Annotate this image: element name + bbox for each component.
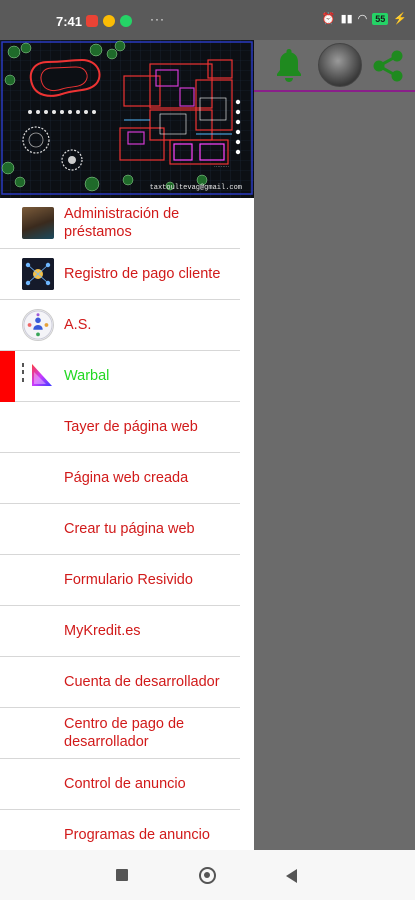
share-icon[interactable] bbox=[370, 48, 406, 84]
signal-icon: ▮▮ bbox=[340, 13, 353, 25]
drawer-menu: Administración de préstamos Registro de … bbox=[0, 198, 254, 850]
menu-item-label: Cuenta de desarrollador bbox=[64, 674, 220, 690]
menu-item-crear-pagina-web[interactable]: Crear tu página web bbox=[0, 504, 240, 555]
home-button[interactable] bbox=[199, 867, 216, 884]
menu-item-label: Formulario Resivido bbox=[64, 572, 193, 588]
drawer-header-image: ········· taxtoultevag@gmail.com bbox=[0, 40, 254, 198]
menu-item-label: MyKredit.es bbox=[64, 623, 141, 639]
status-indicators: ⏰ ▮▮ ◠ 55 ⚡ bbox=[322, 12, 407, 25]
menu-item-label: A.S. bbox=[64, 317, 92, 333]
alarm-icon: ⏰ bbox=[321, 13, 336, 25]
person-photo-icon bbox=[22, 207, 54, 239]
menu-item-warbal[interactable]: Warbal bbox=[0, 351, 240, 402]
team-circle-icon bbox=[22, 309, 54, 341]
navigation-drawer: ········· taxtoultevag@gmail.com Adminis… bbox=[0, 40, 254, 850]
menu-item-tayer-pagina-web[interactable]: Tayer de página web bbox=[0, 402, 240, 453]
menu-item-mykredit[interactable]: MyKredit.es bbox=[0, 606, 240, 657]
menu-item-cuenta-desarrollador[interactable]: Cuenta de desarrollador bbox=[0, 657, 240, 708]
more-notifications-icon: ··· bbox=[150, 12, 165, 26]
wifi-icon: ◠ bbox=[357, 13, 368, 25]
menu-item-label: Centro de pago de desarrollador bbox=[64, 716, 185, 750]
gmail-notification-icon bbox=[86, 15, 98, 27]
color-triangle-icon bbox=[22, 363, 52, 386]
bell-icon[interactable] bbox=[274, 46, 304, 82]
charging-icon: ⚡ bbox=[393, 13, 407, 25]
menu-item-registro-pago-cliente[interactable]: Registro de pago cliente bbox=[0, 249, 240, 300]
network-photo-icon bbox=[22, 258, 54, 290]
app-toolbar bbox=[254, 40, 415, 92]
system-navigation-bar bbox=[0, 850, 415, 900]
chrome-notification-icon bbox=[103, 15, 115, 27]
selected-indicator bbox=[0, 351, 15, 402]
cad-blueprint-illustration: ········· bbox=[0, 40, 254, 198]
app-content-scrim[interactable] bbox=[254, 40, 415, 850]
menu-item-as[interactable]: A.S. bbox=[0, 300, 240, 351]
menu-item-control-anuncio[interactable]: Control de anuncio bbox=[0, 759, 240, 810]
whatsapp-notification-icon bbox=[120, 15, 132, 27]
back-button[interactable] bbox=[286, 869, 297, 883]
recents-button[interactable] bbox=[116, 869, 128, 881]
menu-item-pagina-web-creada[interactable]: Página web creada bbox=[0, 453, 240, 504]
menu-item-label: Control de anuncio bbox=[64, 776, 186, 792]
menu-item-programas-anuncio[interactable]: Programas de anuncio bbox=[0, 810, 240, 850]
menu-item-label: Tayer de página web bbox=[64, 419, 198, 435]
profile-avatar[interactable] bbox=[318, 43, 362, 87]
menu-item-centro-pago-desarrollador[interactable]: Centro de pago de desarrollador bbox=[0, 708, 240, 759]
status-time: 7:41 bbox=[56, 14, 83, 29]
menu-item-label: Administración de préstamos bbox=[64, 206, 180, 240]
header-email: taxtoultevag@gmail.com bbox=[149, 184, 242, 192]
menu-item-label: Crear tu página web bbox=[64, 521, 195, 537]
menu-item-label: Registro de pago cliente bbox=[64, 266, 221, 282]
menu-item-administracion-prestamos[interactable]: Administración de préstamos bbox=[0, 198, 240, 249]
menu-item-label: Warbal bbox=[64, 368, 110, 384]
status-bar: 7:41 ··· ⏰ ▮▮ ◠ 55 ⚡ bbox=[0, 0, 415, 40]
svg-text:·········: ········· bbox=[214, 164, 229, 170]
menu-item-formulario-resivido[interactable]: Formulario Resivido bbox=[0, 555, 240, 606]
menu-item-label: Programas de anuncio bbox=[64, 827, 210, 843]
battery-icon: 55 bbox=[372, 12, 389, 25]
menu-item-label: Página web creada bbox=[64, 470, 189, 486]
